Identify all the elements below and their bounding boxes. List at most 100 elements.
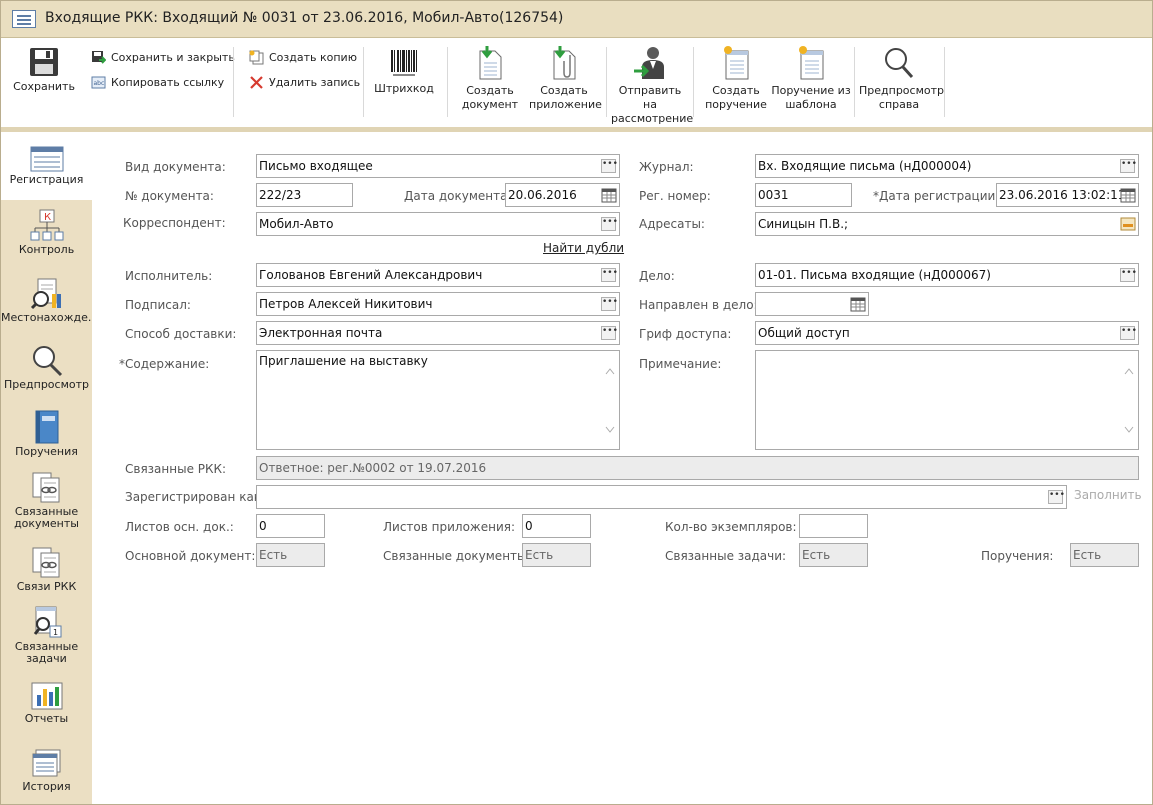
signed-value: Петров Алексей Никитович	[259, 297, 433, 311]
sent-to-case-field[interactable]	[755, 292, 869, 316]
svg-text:К: К	[44, 212, 51, 223]
create-attachment-button[interactable]: Создать приложение	[529, 45, 602, 112]
sidebar-item-linked-documents[interactable]: Связанные документы	[1, 470, 92, 530]
sidebar-item-tasks[interactable]: Поручения	[1, 410, 92, 458]
delivery-field[interactable]: Электронная почта •••	[256, 321, 620, 345]
calendar-icon[interactable]	[1120, 187, 1136, 203]
journal-field[interactable]: Вх. Входящие письма (нД000004) •••	[755, 154, 1139, 178]
case-field[interactable]: 01-01. Письма входящие (нД000067) •••	[755, 263, 1139, 287]
ellipsis-button[interactable]: •••	[601, 326, 618, 340]
reg-date-field[interactable]: 23.06.2016 13:02:11	[996, 183, 1139, 207]
ribbon-toolbar: Сохранить Сохранить и закрыть abc Копиро…	[1, 39, 1152, 127]
content-textarea[interactable]: Приглашение на выставку	[256, 350, 620, 450]
main-sheets-label: Листов осн. док.:	[125, 520, 234, 534]
access-field[interactable]: Общий доступ •••	[755, 321, 1139, 345]
registered-as-field[interactable]: •••	[256, 485, 1067, 509]
delete-record-button[interactable]: Удалить запись	[249, 73, 360, 91]
linked-rkk-value: Ответное: рег.№0002 от 19.07.2016	[259, 461, 487, 475]
fill-button[interactable]: Заполнить	[1074, 488, 1142, 502]
doc-type-field[interactable]: Письмо входящее •••	[256, 154, 620, 178]
content-label: *Содержание:	[119, 357, 210, 371]
rkk-links-icon	[32, 547, 59, 578]
scrollbar[interactable]	[603, 353, 617, 449]
sidebar-item-registration[interactable]: Регистрация	[1, 132, 92, 200]
sidebar-item-control[interactable]: К Контроль	[1, 208, 92, 256]
floppy-disk-icon	[30, 48, 58, 76]
linked-rkk-field[interactable]: Ответное: рег.№0002 от 19.07.2016	[256, 456, 1139, 480]
task-template-button[interactable]: Поручение из шаблона	[771, 45, 851, 112]
note-textarea[interactable]	[755, 350, 1139, 450]
correspondent-field[interactable]: Мобил-Авто •••	[256, 212, 620, 236]
address-book-icon[interactable]	[1120, 216, 1136, 232]
sidebar-item-history[interactable]: История	[1, 749, 92, 793]
create-task-button[interactable]: Создать поручение	[701, 45, 771, 112]
ribbon-separator	[233, 47, 234, 117]
content-value: Приглашение на выставку	[259, 354, 428, 368]
executor-field[interactable]: Голованов Евгений Александрович •••	[256, 263, 620, 287]
copies-label: Кол-во экземпляров:	[665, 520, 797, 534]
task-template-icon	[799, 46, 824, 80]
save-button[interactable]: Сохранить	[11, 47, 77, 94]
ellipsis-button[interactable]: •••	[601, 268, 618, 282]
book-icon	[35, 410, 58, 444]
create-copy-button[interactable]: Создать копию	[249, 48, 357, 66]
tasks-label: Поручения:	[981, 549, 1054, 563]
reg-number-field[interactable]: 0031	[755, 183, 852, 207]
main-sheets-field[interactable]: 0	[256, 514, 325, 538]
magnifier-icon	[32, 346, 62, 377]
ellipsis-button[interactable]: •••	[1120, 326, 1137, 340]
ellipsis-button[interactable]: •••	[1048, 490, 1065, 504]
attach-sheets-field[interactable]: 0	[522, 514, 591, 538]
ribbon-separator	[606, 47, 607, 117]
ellipsis-button[interactable]: •••	[1120, 159, 1137, 173]
task-add-icon	[724, 46, 749, 80]
calendar-icon[interactable]	[850, 296, 866, 312]
executor-label: Исполнитель:	[125, 269, 213, 283]
case-label: Дело:	[639, 269, 675, 283]
attach-sheets-label: Листов приложения:	[383, 520, 516, 534]
doc-type-value: Письмо входящее	[259, 159, 373, 173]
addressees-field[interactable]: Синицын П.В.;	[755, 212, 1139, 236]
save-label: Сохранить	[13, 80, 75, 93]
tasks-field[interactable]: Есть	[1070, 543, 1139, 567]
executor-value: Голованов Евгений Александрович	[259, 268, 483, 282]
barcode-button[interactable]: Штрихкод	[371, 47, 437, 96]
linked-tasks-field[interactable]: Есть	[799, 543, 868, 567]
signed-field[interactable]: Петров Алексей Никитович •••	[256, 292, 620, 316]
sidebar-item-rkk-links[interactable]: Связи РКК	[1, 545, 92, 593]
doc-number-field[interactable]: 222/23	[256, 183, 353, 207]
doc-date-field[interactable]: 20.06.2016	[505, 183, 620, 207]
send-review-button[interactable]: Отправить на рассмотрение	[611, 45, 693, 126]
person-send-icon	[634, 47, 664, 79]
sidebar-item-label: Регистрация	[9, 173, 84, 186]
note-label: Примечание:	[639, 357, 722, 371]
sidebar-item-linked-tasks[interactable]: 1 Связанные задачи	[1, 605, 92, 665]
scrollbar[interactable]	[1122, 353, 1136, 449]
window-icon	[12, 10, 36, 28]
ellipsis-button[interactable]: •••	[1120, 268, 1137, 282]
delivery-value: Электронная почта	[259, 326, 383, 340]
copies-field[interactable]	[799, 514, 868, 538]
create-document-button[interactable]: Создать документ	[455, 45, 525, 112]
link-icon: abc	[91, 76, 106, 88]
sidebar-item-label: Местонахожде...	[1, 311, 99, 324]
sidebar-item-preview[interactable]: Предпросмотр	[1, 343, 92, 391]
reg-date-label: *Дата регистрации:	[873, 189, 1000, 203]
save-close-button[interactable]: Сохранить и закрыть	[91, 48, 235, 66]
delete-record-label: Удалить запись	[269, 75, 361, 89]
doc-number-label: № документа:	[125, 189, 214, 203]
linked-docs-field[interactable]: Есть	[522, 543, 591, 567]
copy-link-button[interactable]: abc Копировать ссылку	[91, 73, 224, 91]
ellipsis-button[interactable]: •••	[601, 217, 618, 231]
sidebar-item-reports[interactable]: Отчеты	[1, 681, 92, 725]
find-duplicates-link[interactable]: Найти дубли	[543, 241, 624, 255]
create-document-label: Создать документ	[461, 84, 519, 111]
sidebar-item-location[interactable]: Местонахожде...	[1, 276, 99, 324]
svg-text:1: 1	[53, 628, 58, 637]
ellipsis-button[interactable]: •••	[601, 297, 618, 311]
main-doc-field[interactable]: Есть	[256, 543, 325, 567]
ellipsis-button[interactable]: •••	[601, 159, 618, 173]
main-sheets-value: 0	[259, 519, 267, 533]
preview-help-button[interactable]: Предпросмотр справа	[859, 45, 944, 112]
calendar-icon[interactable]	[601, 187, 617, 203]
